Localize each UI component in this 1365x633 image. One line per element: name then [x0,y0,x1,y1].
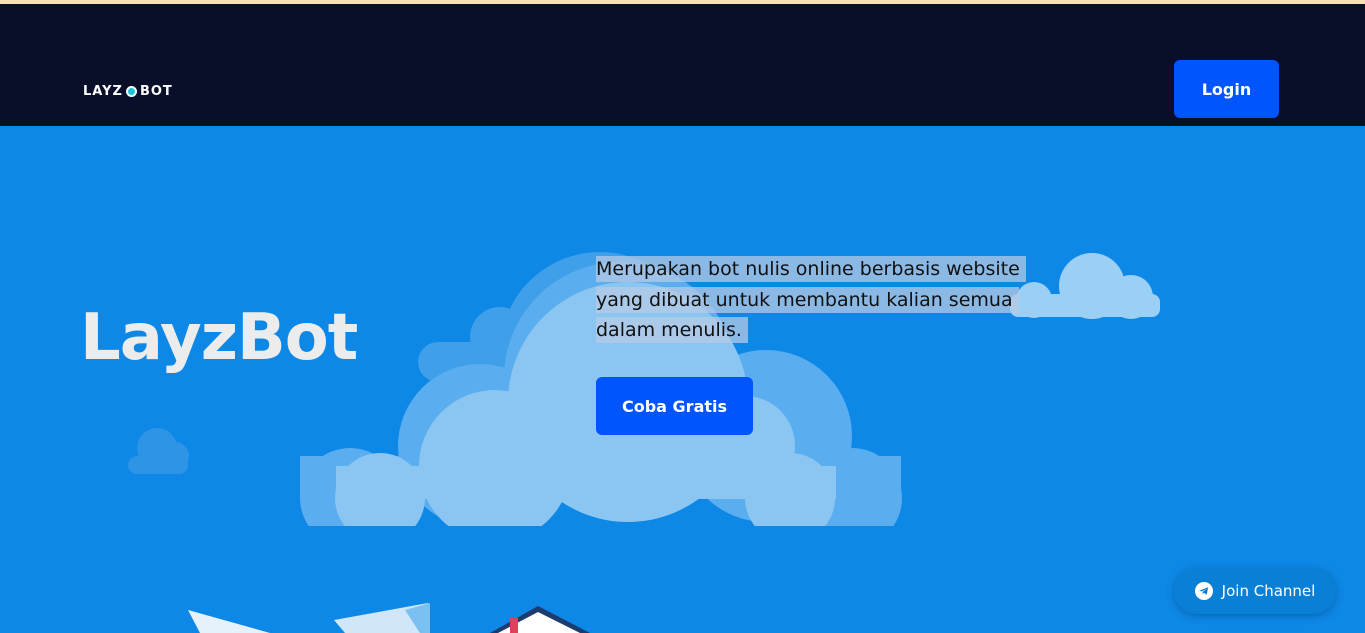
telegram-icon [1194,582,1213,600]
join-channel-label: Join Channel [1221,582,1316,600]
paper-plane-mid [334,603,430,633]
logo[interactable]: LAYZ BOT [83,83,173,99]
navbar: LAYZ BOT Login [0,4,1365,126]
logo-dot-icon [125,85,137,97]
join-channel-button[interactable]: Join Channel [1174,568,1336,614]
paper-plane-left [188,610,270,633]
book-icon [490,606,590,633]
try-free-button[interactable]: Coba Gratis [596,377,753,435]
hero-description-line-1: Merupakan bot nulis online berbasis webs… [596,256,1026,282]
logo-text-right: BOT [139,83,173,99]
logo-text-left: LAYZ [83,83,123,99]
bottom-illustration [188,603,590,633]
hero-description-line-2: yang dibuat untuk membantu kalian semua [596,286,1019,313]
login-button[interactable]: Login [1174,60,1279,118]
hero-description-line-3: dalam menulis. [596,317,748,343]
small-cloud-left [128,428,189,474]
hero-description: Merupakan bot nulis online berbasis webs… [596,254,1056,346]
hero-title: LayzBot [80,301,358,375]
